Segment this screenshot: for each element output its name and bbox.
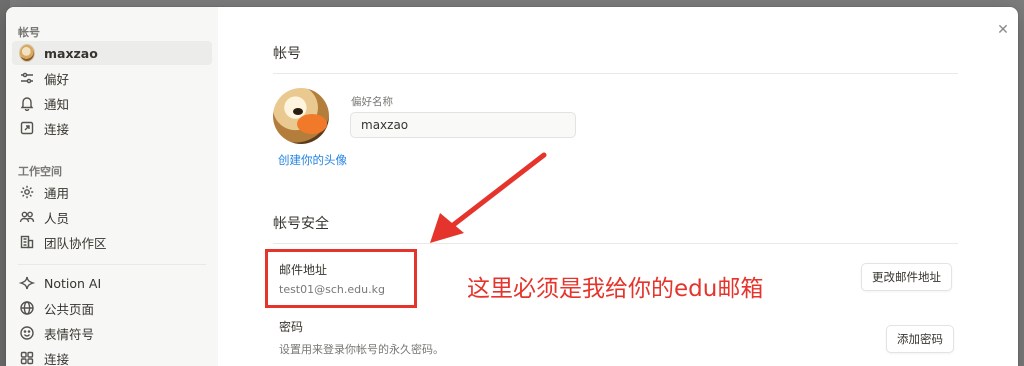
settings-main: 帐号 偏好名称 maxzao 创建你的头像 帐号安全 邮件地址 test01@s…: [218, 7, 1018, 366]
sidebar-item-label: 连接: [44, 121, 70, 137]
change-email-button[interactable]: 更改邮件地址: [861, 263, 952, 291]
sidebar-item-label: 表情符号: [44, 326, 95, 342]
add-password-button[interactable]: 添加密码: [886, 325, 954, 353]
sidebar-item-connections[interactable]: 连接: [12, 116, 212, 140]
sidebar-item-label: 偏好: [44, 71, 70, 87]
avatar: [19, 44, 35, 62]
sidebar-item-teamspaces[interactable]: 团队协作区: [12, 230, 212, 254]
annotation-highlight-box: [265, 249, 417, 308]
sparkle-icon: [19, 275, 35, 291]
sliders-icon: [19, 70, 35, 86]
password-description: 设置用来登录你帐号的永久密码。: [279, 343, 444, 356]
sidebar-item-label: Notion AI: [44, 275, 102, 291]
sidebar-item-label: 通知: [44, 96, 70, 112]
sidebar-item-label: 团队协作区: [44, 235, 107, 251]
people-icon: [19, 209, 35, 225]
sidebar-section-workspace: 工作空间: [18, 165, 62, 178]
sidebar-item-label: 连接: [44, 351, 70, 366]
sidebar-item-label: maxzao: [44, 45, 98, 61]
sidebar-item-emoji[interactable]: 表情符号: [12, 321, 212, 345]
create-avatar-link[interactable]: 创建你的头像: [278, 152, 347, 168]
preferred-name-label: 偏好名称: [351, 96, 393, 108]
smiley-icon: [19, 325, 35, 341]
password-title: 密码: [279, 320, 304, 334]
external-link-icon: [19, 120, 35, 136]
bell-icon: [19, 95, 35, 111]
divider: [273, 73, 958, 74]
sidebar-item-profile[interactable]: maxzao: [12, 41, 212, 65]
sidebar-item-notion-ai[interactable]: Notion AI: [12, 271, 212, 295]
annotation-text: 这里必须是我给你的edu邮箱: [467, 276, 764, 302]
profile-avatar[interactable]: [273, 88, 329, 144]
preferred-name-input[interactable]: maxzao: [350, 112, 576, 138]
sidebar-item-notifications[interactable]: 通知: [12, 91, 212, 115]
sidebar-item-people[interactable]: 人员: [12, 205, 212, 229]
sidebar-item-general[interactable]: 通用: [12, 180, 212, 204]
account-heading: 帐号: [273, 46, 301, 62]
globe-icon: [19, 300, 35, 316]
security-heading: 帐号安全: [273, 216, 329, 232]
sidebar-section-account: 帐号: [18, 26, 40, 39]
sidebar-item-label: 通用: [44, 185, 70, 201]
sidebar-item-workspace-connections[interactable]: 连接: [12, 346, 212, 366]
sidebar-item-public-pages[interactable]: 公共页面: [12, 296, 212, 320]
sidebar-divider: [18, 264, 206, 265]
grid-icon: [19, 350, 35, 366]
settings-sidebar: 帐号 maxzao 偏好 通知 连接 工作空间 通用 人员 团队协作区 Noti…: [6, 7, 218, 366]
settings-modal: 帐号 maxzao 偏好 通知 连接 工作空间 通用 人员 团队协作区 Noti…: [6, 7, 1018, 366]
sidebar-item-label: 公共页面: [44, 301, 95, 317]
annotation-arrow-icon: [430, 152, 547, 243]
divider: [273, 243, 958, 244]
building-icon: [19, 234, 35, 250]
sidebar-item-label: 人员: [44, 210, 70, 226]
gear-icon: [19, 184, 35, 200]
sidebar-item-preferences[interactable]: 偏好: [12, 66, 212, 90]
